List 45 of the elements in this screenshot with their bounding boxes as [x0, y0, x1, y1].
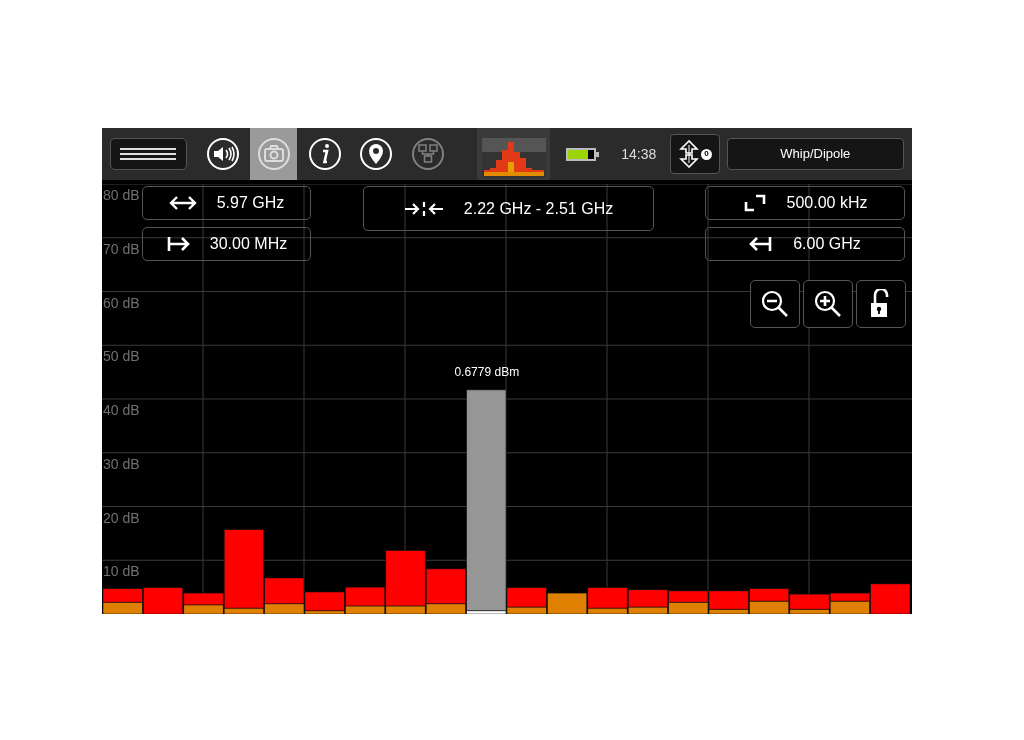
frequency-control[interactable]: 2.22 GHz - 2.51 GHz	[363, 186, 654, 231]
menu-icon	[118, 147, 179, 161]
zoom-in-icon	[813, 289, 843, 319]
view-button[interactable]	[750, 280, 800, 328]
right-arrow-from-bar-icon	[165, 235, 190, 253]
frequency-control[interactable]: 30.00 MHz	[142, 227, 311, 261]
axis-label: 10 dB	[103, 563, 140, 580]
frequency-control[interactable]: 6.00 GHz	[705, 227, 905, 261]
marker-reading: 0.6779 dBm	[454, 364, 520, 379]
zoom-out-icon	[760, 289, 790, 319]
average-bar	[425, 603, 466, 614]
toolbar-button[interactable]	[250, 128, 298, 180]
double-arrow-icon	[168, 194, 197, 212]
network-icon	[410, 137, 445, 171]
camera-icon	[256, 137, 291, 171]
antenna-count-badge: 0	[700, 148, 712, 160]
battery-icon	[566, 147, 600, 161]
spectrum-thumbnail-drawing	[481, 137, 546, 178]
axis-label: 60 dB	[103, 294, 140, 311]
location-pin-icon	[359, 137, 394, 171]
axis-label: 70 dB	[103, 240, 140, 257]
axis-label: 80 dB	[103, 187, 140, 203]
peak-bar	[506, 587, 547, 608]
frequency-control[interactable]: 5.97 GHz	[142, 186, 311, 220]
clock-time: 14:38	[621, 144, 657, 164]
axis-label: 40 dB	[103, 402, 140, 418]
peak-bar	[749, 588, 790, 602]
antenna-type-button[interactable]: Whip/Dipole	[726, 138, 904, 170]
view-button[interactable]	[803, 280, 853, 328]
antenna-button[interactable]: 0	[670, 134, 720, 174]
spectrum-thumbnail[interactable]	[477, 128, 551, 183]
info-icon	[308, 137, 343, 171]
view-button[interactable]	[856, 280, 906, 328]
speaker-icon	[205, 137, 240, 171]
axis-label: 20 dB	[103, 509, 140, 526]
peak-bar	[587, 587, 628, 609]
frequency-control[interactable]: 500.00 kHz	[705, 186, 905, 220]
axis-label: 50 dB	[103, 348, 140, 365]
arrows-to-center-icon	[403, 199, 444, 218]
up-down-arrows-icon	[677, 139, 700, 169]
corner-brackets-icon	[742, 194, 767, 212]
axis-label: 30 dB	[103, 455, 140, 472]
left-arrow-to-bar-icon	[749, 235, 774, 253]
peak-bar	[304, 591, 345, 612]
menu-button[interactable]	[110, 138, 187, 170]
